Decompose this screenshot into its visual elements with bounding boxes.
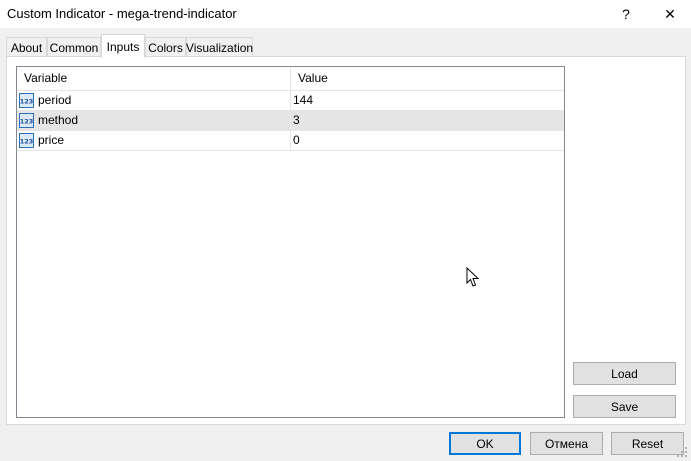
- variable-cell: 123 period: [17, 91, 291, 110]
- help-button[interactable]: ?: [606, 0, 646, 28]
- cancel-button[interactable]: Отмена: [530, 432, 603, 455]
- svg-text:123: 123: [20, 98, 34, 106]
- tab-common[interactable]: Common: [47, 37, 101, 56]
- table-row[interactable]: 123 period 144: [17, 91, 564, 111]
- mouse-cursor-icon: [466, 267, 480, 287]
- value-cell[interactable]: 144: [293, 91, 563, 110]
- integer-type-icon: 123: [19, 133, 34, 148]
- tab-about[interactable]: About: [6, 37, 47, 56]
- tab-visualization[interactable]: Visualization: [186, 37, 253, 56]
- variable-cell: 123 price: [17, 131, 291, 150]
- tab-inputs[interactable]: Inputs: [101, 34, 145, 58]
- tab-colors[interactable]: Colors: [145, 37, 186, 56]
- integer-type-icon: 123: [19, 113, 34, 128]
- table-row[interactable]: 123 method 3: [17, 111, 564, 131]
- save-button[interactable]: Save: [573, 395, 676, 418]
- resize-grip-icon[interactable]: [676, 446, 688, 458]
- svg-text:123: 123: [20, 138, 34, 146]
- variable-name: period: [38, 93, 72, 107]
- svg-text:123: 123: [20, 118, 34, 126]
- variable-name: price: [38, 133, 65, 147]
- load-button[interactable]: Load: [573, 362, 676, 385]
- column-header-value[interactable]: Value: [291, 67, 564, 90]
- ok-button[interactable]: OK: [449, 432, 521, 455]
- column-header-variable[interactable]: Variable: [17, 67, 291, 90]
- integer-type-icon: 123: [19, 93, 34, 108]
- close-button[interactable]: ✕: [650, 0, 690, 28]
- variable-cell: 123 method: [17, 111, 291, 130]
- variable-name: method: [38, 113, 79, 127]
- table-row[interactable]: 123 price 0: [17, 131, 564, 151]
- reset-button[interactable]: Reset: [611, 432, 684, 455]
- window-title: Custom Indicator - mega-trend-indicator: [7, 6, 237, 21]
- value-cell[interactable]: 0: [293, 131, 563, 150]
- table-header: Variable Value: [17, 67, 564, 91]
- inputs-table[interactable]: Variable Value 123 period 144 123 method…: [16, 66, 565, 418]
- value-cell[interactable]: 3: [293, 111, 563, 130]
- title-bar: Custom Indicator - mega-trend-indicator …: [0, 0, 691, 28]
